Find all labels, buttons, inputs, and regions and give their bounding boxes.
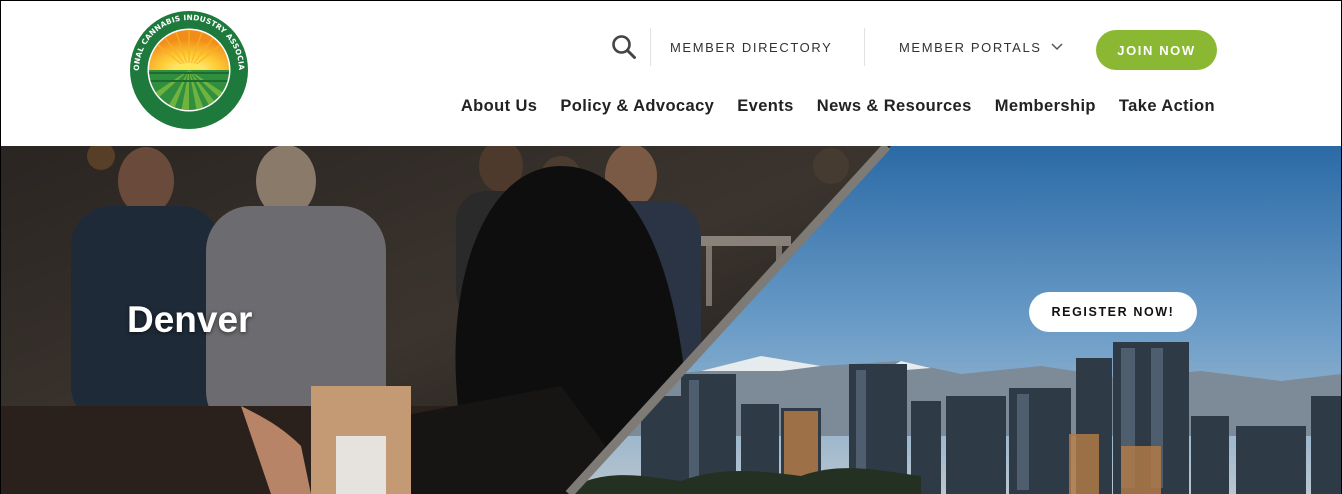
search-button[interactable]: [607, 28, 641, 66]
nav-item-events[interactable]: Events: [737, 97, 794, 116]
member-portals-dropdown[interactable]: MEMBER PORTALS: [899, 28, 1063, 66]
site-header: NATIONAL CANNABIS INDUSTRY ASSOCIATION M…: [1, 1, 1341, 146]
search-icon: [612, 35, 636, 59]
hero-banner: Denver REGISTER NOW!: [1, 146, 1341, 494]
register-now-button[interactable]: REGISTER NOW!: [1029, 292, 1197, 332]
chevron-down-icon: [1051, 38, 1063, 56]
main-nav: About Us Policy & Advocacy Events News &…: [461, 97, 1215, 116]
member-directory-label: MEMBER DIRECTORY: [670, 39, 833, 55]
nav-item-take-action[interactable]: Take Action: [1119, 97, 1215, 116]
nav-item-news-resources[interactable]: News & Resources: [817, 97, 972, 116]
nav-item-policy-advocacy[interactable]: Policy & Advocacy: [560, 97, 714, 116]
nav-item-membership[interactable]: Membership: [995, 97, 1096, 116]
nav-item-about-us[interactable]: About Us: [461, 97, 538, 116]
member-portals-label: MEMBER PORTALS: [899, 39, 1042, 55]
member-directory-link[interactable]: MEMBER DIRECTORY: [670, 28, 832, 66]
utility-divider: [650, 28, 651, 66]
join-now-button[interactable]: JOIN NOW: [1096, 30, 1217, 70]
hero-title: Denver: [127, 299, 253, 340]
nca-logo[interactable]: NATIONAL CANNABIS INDUSTRY ASSOCIATION: [126, 3, 249, 130]
utility-divider: [864, 28, 865, 66]
